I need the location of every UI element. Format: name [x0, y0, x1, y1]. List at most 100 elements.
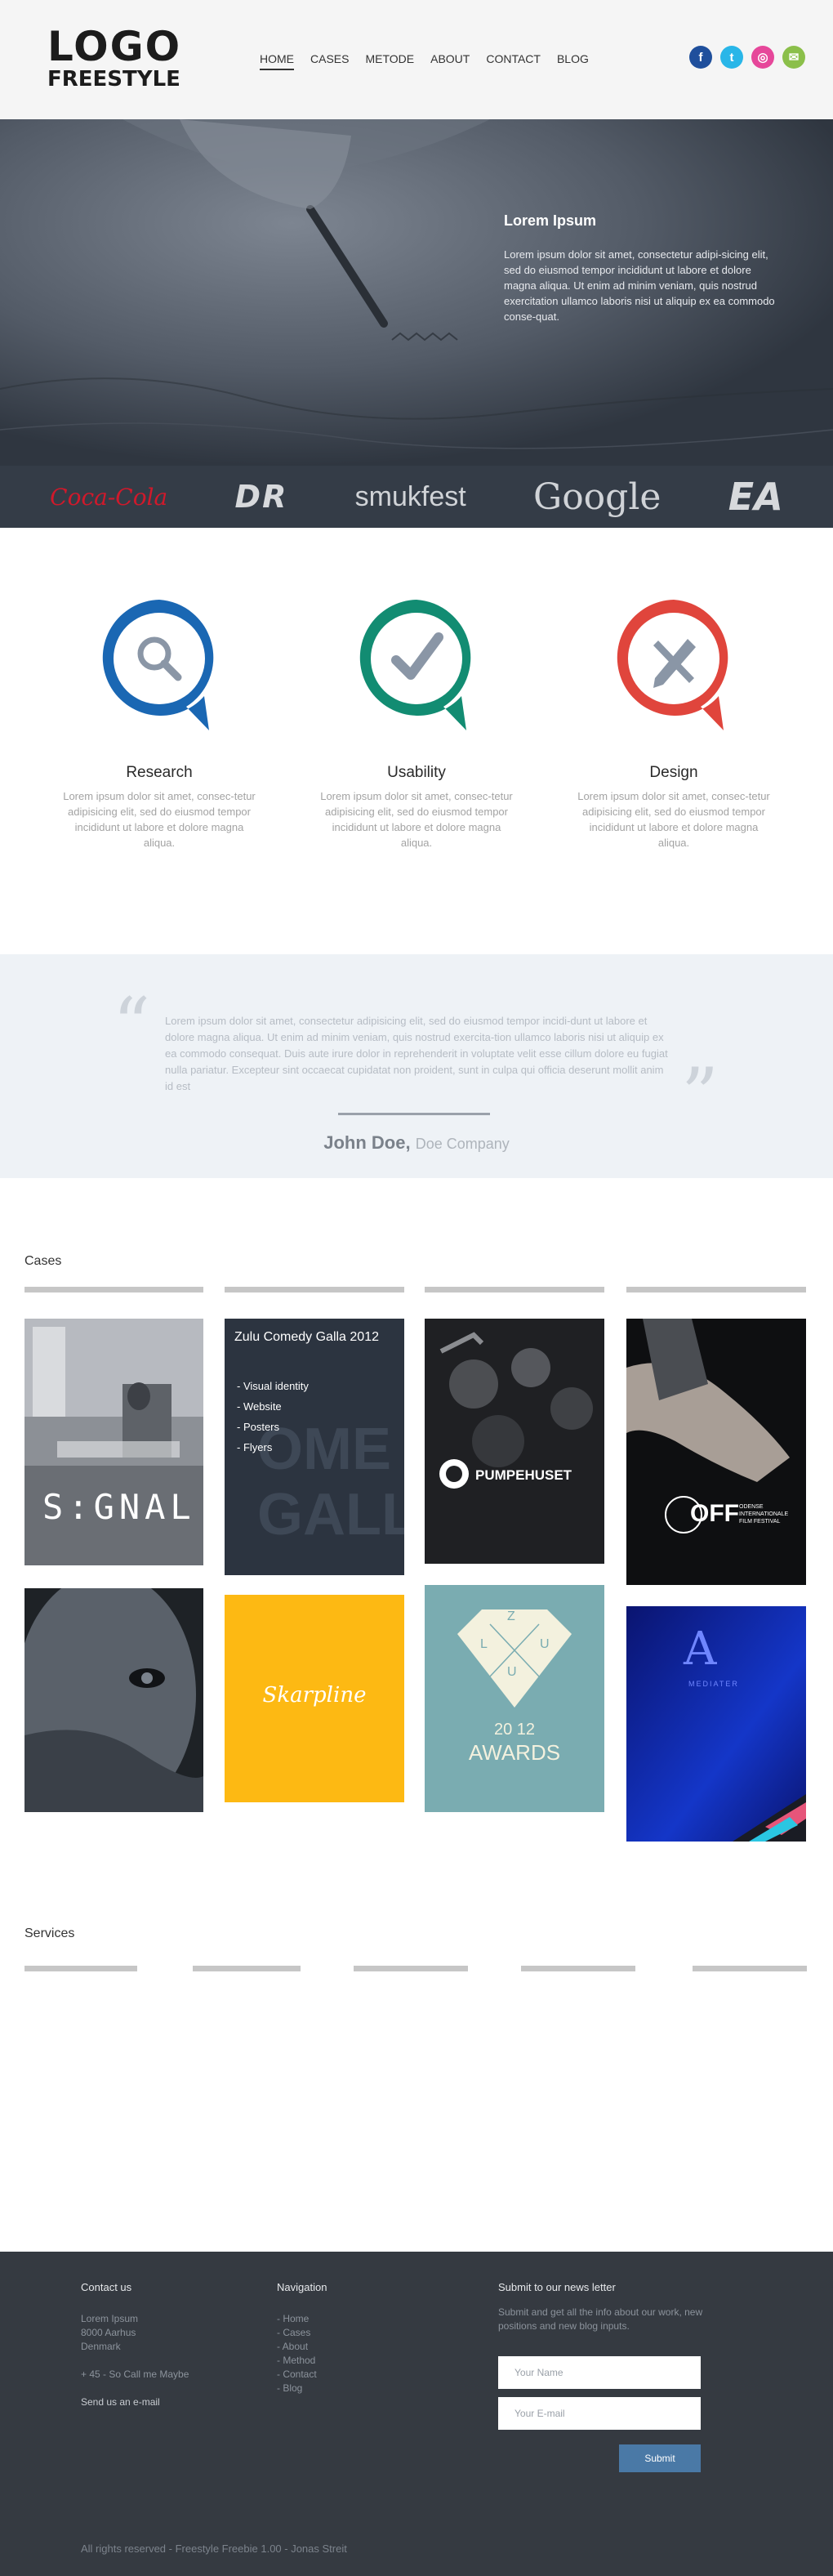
pumpehuset-logo: PUMPEHUSET [475, 1467, 572, 1483]
logo[interactable]: LOGO FREESTYLE [47, 25, 181, 92]
client-logos-bar: Coca-Cola DR smukfest Google EA [0, 466, 833, 528]
client-logo-ea: EA [728, 475, 783, 519]
hero-text: Lorem ipsum dolor sit amet, consectetur … [504, 248, 775, 323]
footer-nav-cases[interactable]: - Cases [277, 2326, 317, 2340]
cases-heading: Cases [24, 1254, 62, 1268]
case-card-off[interactable]: OFF ODENSE INTERNATIONALE FILM FESTIVAL [626, 1319, 806, 1585]
nav-item-blog[interactable]: BLOG [557, 52, 589, 70]
service-column-bar [693, 1966, 807, 1971]
footer-address: Lorem Ipsum 8000 Aarhus Denmark [81, 2312, 138, 2354]
mail-icon[interactable]: ✉ [782, 46, 805, 69]
nav-item-cases[interactable]: CASES [310, 52, 349, 70]
nav-item-about[interactable]: ABOUT [430, 52, 470, 70]
nav-item-home[interactable]: HOME [260, 52, 294, 70]
site-header: LOGO FREESTYLE HOME CASES METODE ABOUT C… [0, 0, 833, 119]
open-quote-icon: “ [113, 982, 151, 1068]
feature-design: Design Lorem ipsum dolor sit amet, conse… [568, 596, 780, 850]
search-icon [98, 596, 220, 735]
case-column-bar [425, 1287, 604, 1292]
nav-item-contact[interactable]: CONTACT [486, 52, 541, 70]
author-name: John Doe, [323, 1132, 411, 1153]
zulu-list: - Visual identity - Website - Posters - … [237, 1376, 309, 1458]
case-card-mediater[interactable]: A MEDIATER [626, 1606, 806, 1842]
footer-nav-blog[interactable]: - Blog [277, 2382, 317, 2395]
author-company: Doe Company [415, 1136, 510, 1152]
email-input[interactable] [498, 2397, 701, 2430]
feature-text: Lorem ipsum dolor sit amet, consec-tetur… [63, 790, 256, 849]
footer-nav-method[interactable]: - Method [277, 2354, 317, 2368]
service-column-bar [24, 1966, 137, 1971]
case-card-signal[interactable]: S:GNAL [24, 1319, 203, 1565]
close-quote-icon: ” [681, 1052, 719, 1138]
social-links: f t ◎ ✉ [689, 46, 805, 69]
zulu-list-item: - Visual identity [237, 1380, 309, 1392]
submit-button[interactable]: Submit [619, 2444, 701, 2472]
zulu-list-item: - Posters [237, 1421, 280, 1433]
address-line: 8000 Aarhus [81, 2327, 136, 2338]
testimonial-text: Lorem ipsum dolor sit amet, consectetur … [165, 1015, 668, 1092]
case-card-awards[interactable]: Z L U U 20 12 AWARDS [425, 1585, 604, 1812]
case-card-pumpehuset[interactable]: PUMPEHUSET [425, 1319, 604, 1564]
case-column-bar [626, 1287, 806, 1292]
client-logo-google: Google [533, 475, 662, 518]
services-heading: Services [24, 1926, 75, 1940]
testimonial-author: John Doe, Doe Company [0, 1132, 833, 1154]
case-column-bar [225, 1287, 404, 1292]
feature-title: Design [649, 764, 698, 781]
zulu-list-item: - Website [237, 1400, 282, 1413]
awards-letter: U [507, 1665, 517, 1679]
client-logo-coca-cola: Coca-Cola [50, 483, 168, 511]
site-footer [0, 2252, 833, 2576]
footer-phone: + 45 - So Call me Maybe [81, 2368, 189, 2380]
skarpline-logo: Skarpline [262, 1683, 367, 1708]
main-nav: HOME CASES METODE ABOUT CONTACT BLOG [260, 52, 605, 70]
case-card-skarpline[interactable]: Skarpline [225, 1595, 404, 1802]
logo-sub-text: FREESTYLE [47, 67, 180, 92]
feature-research: Research Lorem ipsum dolor sit amet, con… [53, 596, 265, 850]
hero-title: Lorem Ipsum [504, 212, 597, 229]
copyright-text: All rights reserved - Freestyle Freebie … [81, 2543, 347, 2555]
case-card-portrait[interactable] [24, 1588, 203, 1812]
client-logo-dr: DR [234, 479, 288, 515]
service-column-bar [354, 1966, 468, 1971]
address-line: Denmark [81, 2341, 121, 2352]
footer-nav-contact[interactable]: - Contact [277, 2368, 317, 2382]
newsletter-text: Submit and get all the info about our wo… [498, 2306, 703, 2332]
footer-nav-about[interactable]: - About [277, 2340, 317, 2354]
service-column-bar [193, 1966, 301, 1971]
awards-letter: U [540, 1637, 550, 1651]
signal-logo: S:GNAL [42, 1487, 196, 1527]
name-input[interactable] [498, 2356, 701, 2389]
mediater-logo-text: MEDIATER [688, 1680, 739, 1688]
dribbble-icon[interactable]: ◎ [751, 46, 774, 69]
case-card-zulu[interactable]: OMEGALLA Zulu Comedy Galla 2012 - Visual… [225, 1319, 404, 1575]
off-subtitle: ODENSE INTERNATIONALE FILM FESTIVAL [739, 1504, 789, 1525]
feature-title: Usability [387, 764, 446, 781]
case-image [24, 1319, 203, 1565]
case-column-bar [24, 1287, 203, 1292]
mediater-logo-letter: A [684, 1623, 717, 1676]
nav-item-metode[interactable]: METODE [365, 52, 414, 70]
case-image [626, 1319, 806, 1585]
footer-nav-title: Navigation [277, 2281, 327, 2293]
service-column-bar [521, 1966, 635, 1971]
divider [338, 1113, 490, 1115]
footer-nav-home[interactable]: - Home [277, 2312, 317, 2326]
checkmark-icon [355, 596, 478, 735]
awards-letter: L [480, 1637, 488, 1651]
feature-usability: Usability Lorem ipsum dolor sit amet, co… [310, 596, 523, 850]
off-logo: OFF [690, 1500, 739, 1527]
zulu-title: Zulu Comedy Galla 2012 [234, 1330, 379, 1344]
footer-nav: - Home - Cases - About - Method - Contac… [277, 2312, 317, 2395]
feature-text: Lorem ipsum dolor sit amet, consec-tetur… [320, 790, 513, 849]
twitter-icon[interactable]: t [720, 46, 743, 69]
pencil-brush-icon [612, 596, 735, 735]
feature-title: Research [126, 764, 193, 781]
zulu-list-item: - Flyers [237, 1441, 273, 1453]
facebook-icon[interactable]: f [689, 46, 712, 69]
case-image [24, 1588, 203, 1812]
awards-year: 20 12 [493, 1721, 536, 1739]
footer-email-link[interactable]: Send us an e-mail [81, 2395, 160, 2409]
footer-contact-title: Contact us [81, 2281, 132, 2293]
awards-title: AWARDS [468, 1740, 561, 1765]
